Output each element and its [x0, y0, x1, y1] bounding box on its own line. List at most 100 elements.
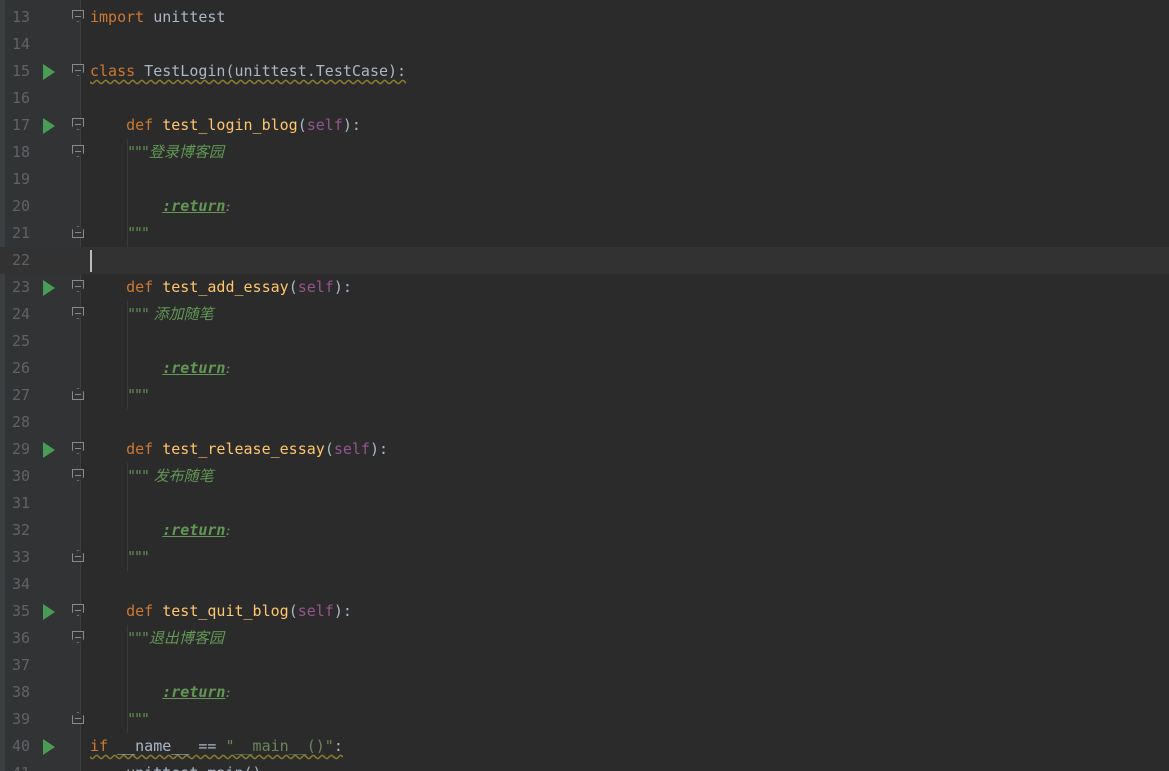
code-line[interactable]: 35 def test_quit_blog(self): [0, 598, 1169, 625]
code-line[interactable]: 31 [0, 490, 1169, 517]
code-text[interactable]: """ [90, 386, 149, 404]
run-test-icon[interactable] [43, 604, 55, 620]
fold-collapse-icon[interactable] [72, 10, 84, 22]
line-number[interactable]: 21 [12, 225, 30, 242]
code-text[interactable]: """ [90, 224, 149, 242]
line-number[interactable]: 23 [12, 279, 30, 296]
fold-end-icon[interactable] [72, 550, 84, 562]
code-line[interactable]: 20 :return: [0, 193, 1169, 220]
line-number[interactable]: 22 [12, 252, 30, 269]
line-number[interactable]: 37 [12, 657, 30, 674]
fold-end-icon[interactable] [72, 712, 84, 724]
code-text[interactable]: def test_release_essay(self): [90, 440, 388, 458]
code-line[interactable]: 40 if __name__ == "__main__()": [0, 733, 1169, 760]
line-number[interactable]: 33 [12, 549, 30, 566]
line-number[interactable]: 40 [12, 738, 30, 755]
code-text[interactable]: """登录博客园 [90, 143, 224, 161]
code-text[interactable]: """ 添加随笔 [90, 305, 213, 323]
code-line[interactable]: 19 [0, 166, 1169, 193]
line-number[interactable]: 14 [12, 36, 30, 53]
line-number[interactable]: 36 [12, 630, 30, 647]
code-text[interactable]: class TestLogin(unittest.TestCase): [90, 62, 406, 80]
code-line[interactable]: 27 """ [0, 382, 1169, 409]
fold-collapse-icon[interactable] [72, 604, 84, 616]
fold-collapse-icon[interactable] [72, 469, 84, 481]
code-text[interactable]: def test_add_essay(self): [90, 278, 352, 296]
code-line[interactable]: 15 class TestLogin(unittest.TestCase): [0, 58, 1169, 85]
line-number[interactable]: 26 [12, 360, 30, 377]
line-number[interactable]: 32 [12, 522, 30, 539]
code-line[interactable]: 39 """ [0, 706, 1169, 733]
line-number[interactable]: 31 [12, 495, 30, 512]
code-token: test_quit_blog [153, 602, 289, 620]
run-test-icon[interactable] [43, 280, 55, 296]
code-line[interactable]: 34 [0, 571, 1169, 598]
code-text[interactable]: def test_quit_blog(self): [90, 602, 352, 620]
fold-collapse-icon[interactable] [72, 307, 84, 319]
line-number[interactable]: 17 [12, 117, 30, 134]
code-line[interactable]: 22 [0, 247, 1169, 274]
code-line[interactable]: 30 """ 发布随笔 [0, 463, 1169, 490]
code-line[interactable]: 17 def test_login_blog(self): [0, 112, 1169, 139]
code-line[interactable]: 24 """ 添加随笔 [0, 301, 1169, 328]
code-line[interactable]: 18 """登录博客园 [0, 139, 1169, 166]
code-line[interactable]: 33 """ [0, 544, 1169, 571]
code-text[interactable]: unittest.main() [90, 764, 261, 771]
code-text[interactable]: """退出博客园 [90, 629, 224, 647]
code-text[interactable]: :return: [90, 359, 230, 377]
line-number[interactable]: 19 [12, 171, 30, 188]
code-line[interactable]: 29 def test_release_essay(self): [0, 436, 1169, 463]
line-number[interactable]: 27 [12, 387, 30, 404]
line-number[interactable]: 13 [12, 9, 30, 26]
line-number[interactable]: 18 [12, 144, 30, 161]
code-text[interactable]: """ [90, 710, 149, 728]
line-number[interactable]: 25 [12, 333, 30, 350]
line-number[interactable]: 30 [12, 468, 30, 485]
run-test-icon[interactable] [43, 64, 55, 80]
code-line[interactable]: 37 [0, 652, 1169, 679]
code-line[interactable]: 38 :return: [0, 679, 1169, 706]
code-text[interactable]: """ [90, 548, 149, 566]
line-number[interactable]: 28 [12, 414, 30, 431]
line-number[interactable]: 16 [12, 90, 30, 107]
line-number[interactable]: 35 [12, 603, 30, 620]
line-number[interactable]: 39 [12, 711, 30, 728]
code-line[interactable]: 26 :return: [0, 355, 1169, 382]
code-line[interactable]: 16 [0, 85, 1169, 112]
line-number[interactable]: 24 [12, 306, 30, 323]
fold-collapse-icon[interactable] [72, 280, 84, 292]
code-editor[interactable]: 13 import unittest 14 15 class TestLogin(uni… [0, 0, 1169, 771]
code-line[interactable]: 21 """ [0, 220, 1169, 247]
code-text[interactable]: """ 发布随笔 [90, 467, 213, 485]
code-text[interactable]: def test_login_blog(self): [90, 116, 361, 134]
code-line[interactable]: 23 def test_add_essay(self): [0, 274, 1169, 301]
line-number[interactable]: 41 [12, 765, 30, 771]
fold-end-icon[interactable] [72, 226, 84, 238]
code-line[interactable]: 25 [0, 328, 1169, 355]
fold-collapse-icon[interactable] [72, 145, 84, 157]
fold-collapse-icon[interactable] [72, 118, 84, 130]
line-number[interactable]: 29 [12, 441, 30, 458]
run-test-icon[interactable] [43, 442, 55, 458]
code-line[interactable]: 41 unittest.main() [0, 760, 1169, 771]
code-line[interactable]: 28 [0, 409, 1169, 436]
fold-end-icon[interactable] [72, 388, 84, 400]
code-line[interactable]: 13 import unittest [0, 4, 1169, 31]
code-line[interactable]: 36 """退出博客园 [0, 625, 1169, 652]
line-number[interactable]: 20 [12, 198, 30, 215]
fold-collapse-icon[interactable] [72, 64, 84, 76]
line-number[interactable]: 38 [12, 684, 30, 701]
code-line[interactable]: 32 :return: [0, 517, 1169, 544]
code-text[interactable]: :return: [90, 683, 230, 701]
fold-collapse-icon[interactable] [72, 442, 84, 454]
code-text[interactable]: :return: [90, 521, 230, 539]
code-line[interactable]: 14 [0, 31, 1169, 58]
code-text[interactable]: :return: [90, 197, 230, 215]
run-test-icon[interactable] [43, 739, 55, 755]
code-text[interactable]: import unittest [90, 8, 225, 26]
fold-collapse-icon[interactable] [72, 631, 84, 643]
code-text[interactable]: if __name__ == "__main__()": [90, 737, 343, 755]
line-number[interactable]: 34 [12, 576, 30, 593]
line-number[interactable]: 15 [12, 63, 30, 80]
run-test-icon[interactable] [43, 118, 55, 134]
